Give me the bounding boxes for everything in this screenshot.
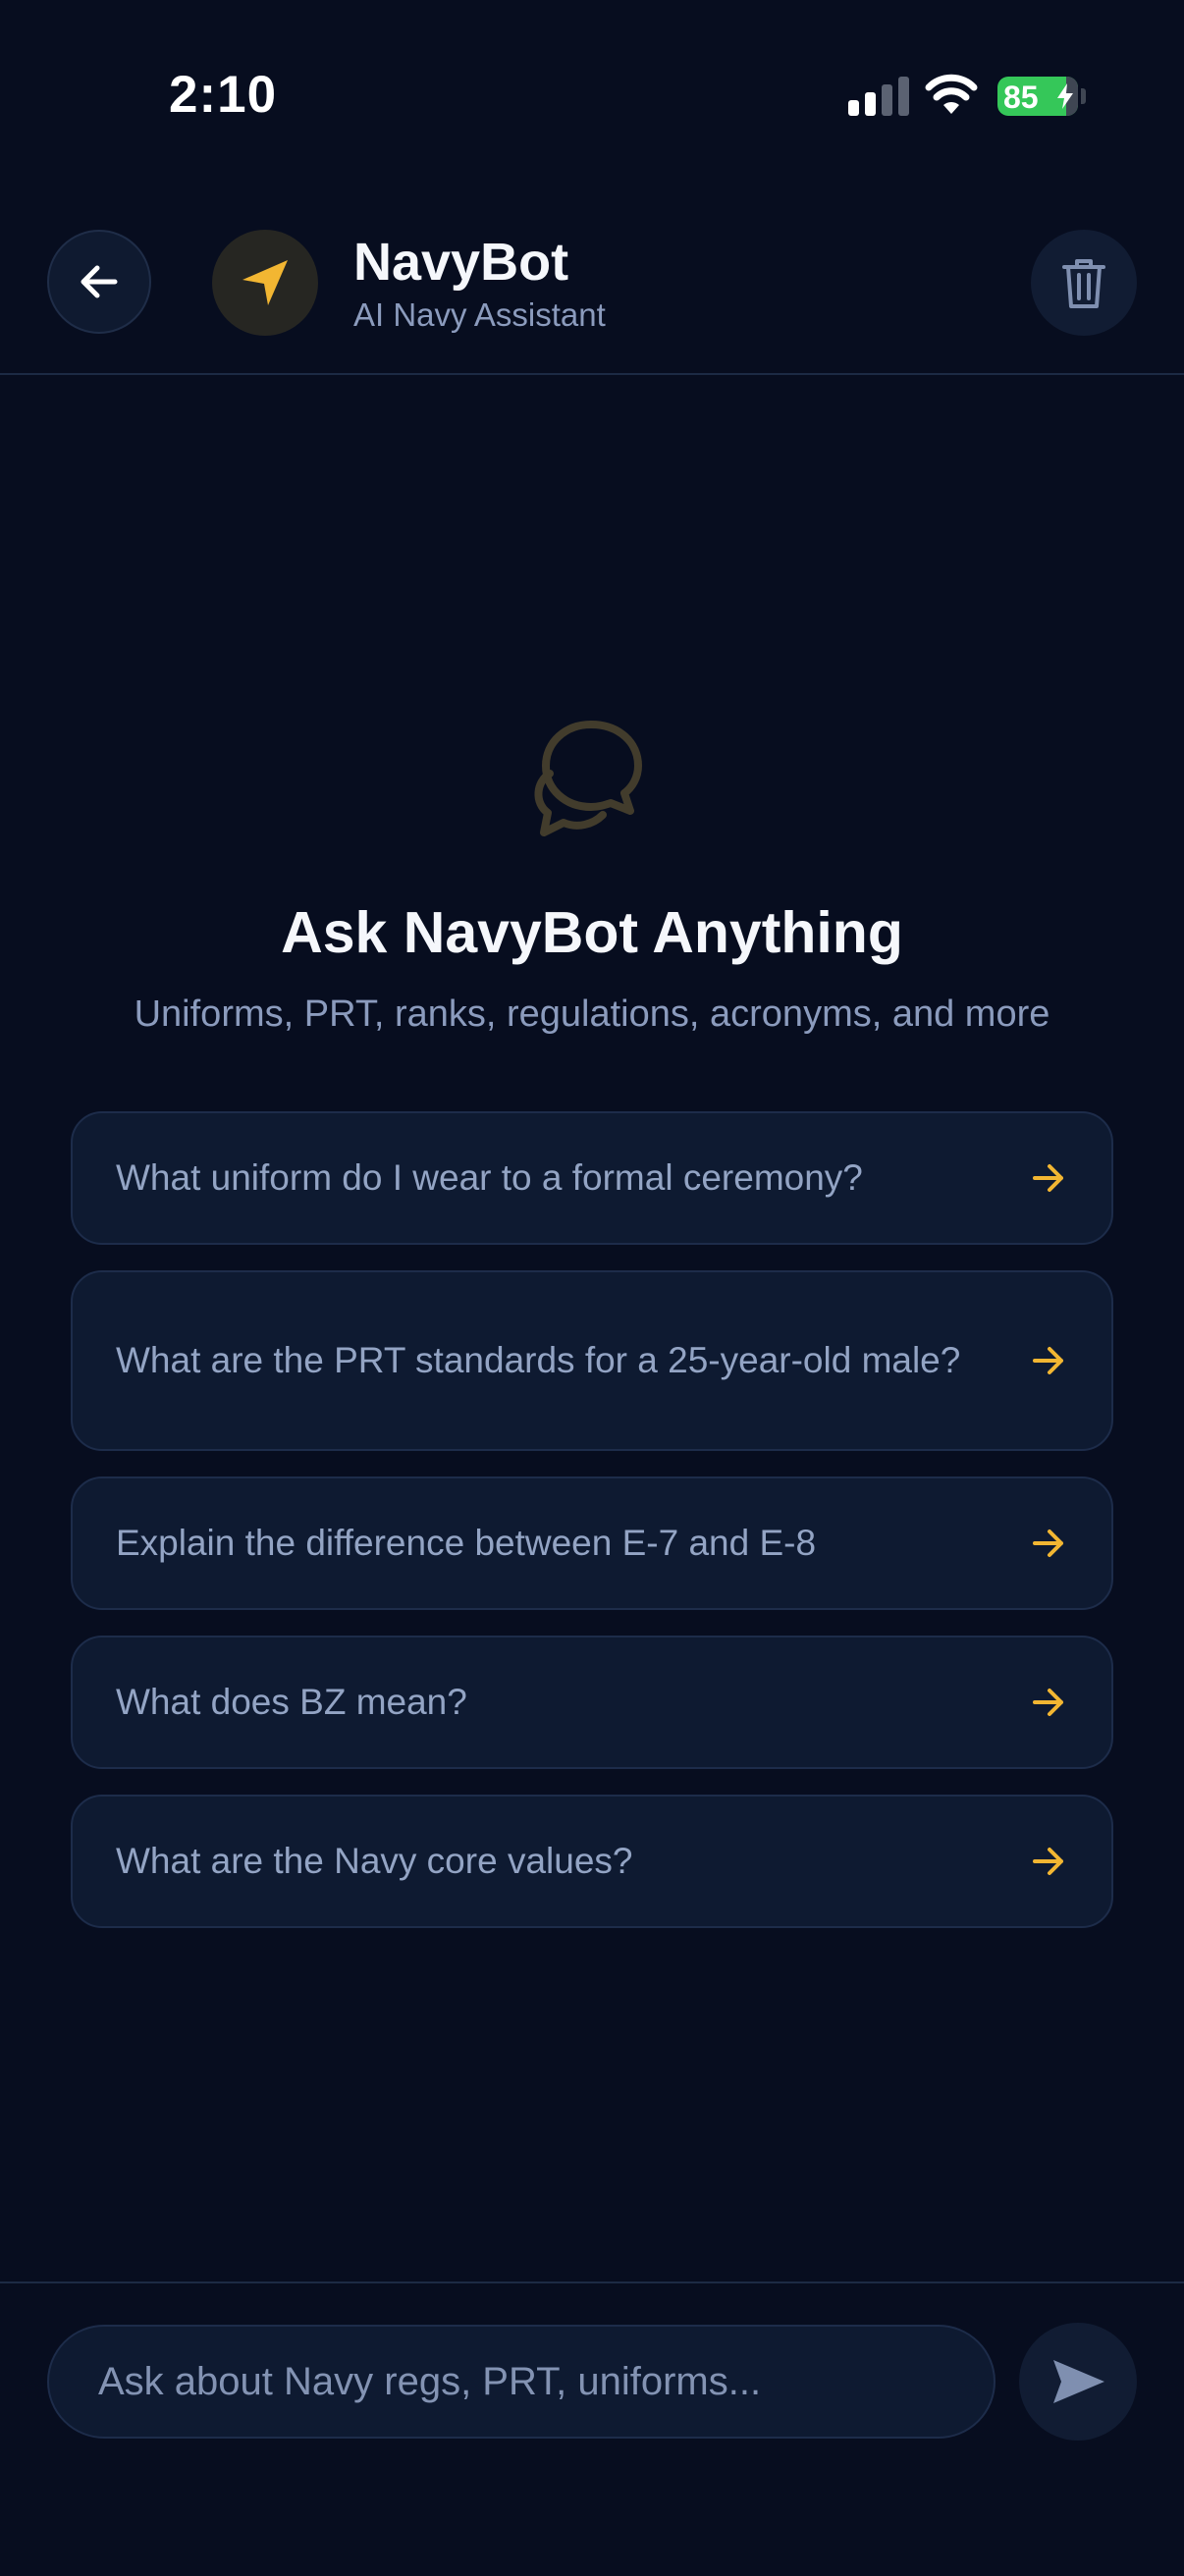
arrow-right-icon [1033, 1848, 1063, 1875]
wifi-icon [925, 74, 978, 114]
battery-cap [1081, 88, 1086, 104]
arrow-right-icon [1033, 1347, 1063, 1374]
send-icon [1053, 2360, 1104, 2403]
suggestion-text: What are the Navy core values? [116, 1841, 633, 1881]
battery-icon: 85 [997, 77, 1078, 116]
arrow-right-icon [1033, 1164, 1063, 1192]
suggestion-text: What does BZ mean? [116, 1682, 467, 1722]
battery-percent: 85 [1003, 80, 1039, 115]
chat-bubbles-icon [534, 721, 642, 836]
empty-state-title: Ask NavyBot Anything [281, 900, 903, 965]
status-time: 2:10 [169, 66, 278, 124]
back-button[interactable] [47, 230, 151, 334]
chat-header: NavyBot AI Navy Assistant [0, 187, 1184, 375]
send-button[interactable] [1019, 2323, 1137, 2441]
bot-name: NavyBot [353, 233, 569, 292]
bot-avatar [212, 230, 318, 336]
message-input[interactable] [47, 2325, 996, 2439]
suggestion-list: What uniform do I wear to a formal cerem… [71, 1111, 1113, 1954]
suggestion-text: Explain the difference between E-7 and E… [116, 1523, 817, 1563]
suggestion-card[interactable]: What are the PRT standards for a 25-year… [71, 1270, 1113, 1451]
back-arrow-icon [81, 265, 118, 298]
suggestion-text: What are the PRT standards for a 25-year… [116, 1340, 961, 1380]
suggestion-card[interactable]: What uniform do I wear to a formal cerem… [71, 1111, 1113, 1245]
trash-icon [1062, 259, 1105, 308]
charging-bolt-icon [1057, 83, 1073, 109]
arrow-right-icon [1033, 1689, 1063, 1716]
cellular-signal-icon [848, 77, 911, 116]
suggestion-card[interactable]: Explain the difference between E-7 and E… [71, 1476, 1113, 1610]
empty-state-subtitle: Uniforms, PRT, ranks, regulations, acron… [134, 993, 1050, 1035]
suggestion-text: What uniform do I wear to a formal cerem… [116, 1157, 863, 1198]
clear-chat-button[interactable] [1031, 230, 1137, 336]
navigation-arrow-icon [242, 260, 288, 305]
message-composer [0, 2281, 1184, 2576]
bot-subtitle: AI Navy Assistant [353, 296, 606, 333]
suggestion-card[interactable]: What does BZ mean? [71, 1636, 1113, 1769]
suggestion-card[interactable]: What are the Navy core values? [71, 1795, 1113, 1928]
arrow-right-icon [1033, 1530, 1063, 1557]
status-bar: 2:10 85 [0, 0, 1184, 187]
